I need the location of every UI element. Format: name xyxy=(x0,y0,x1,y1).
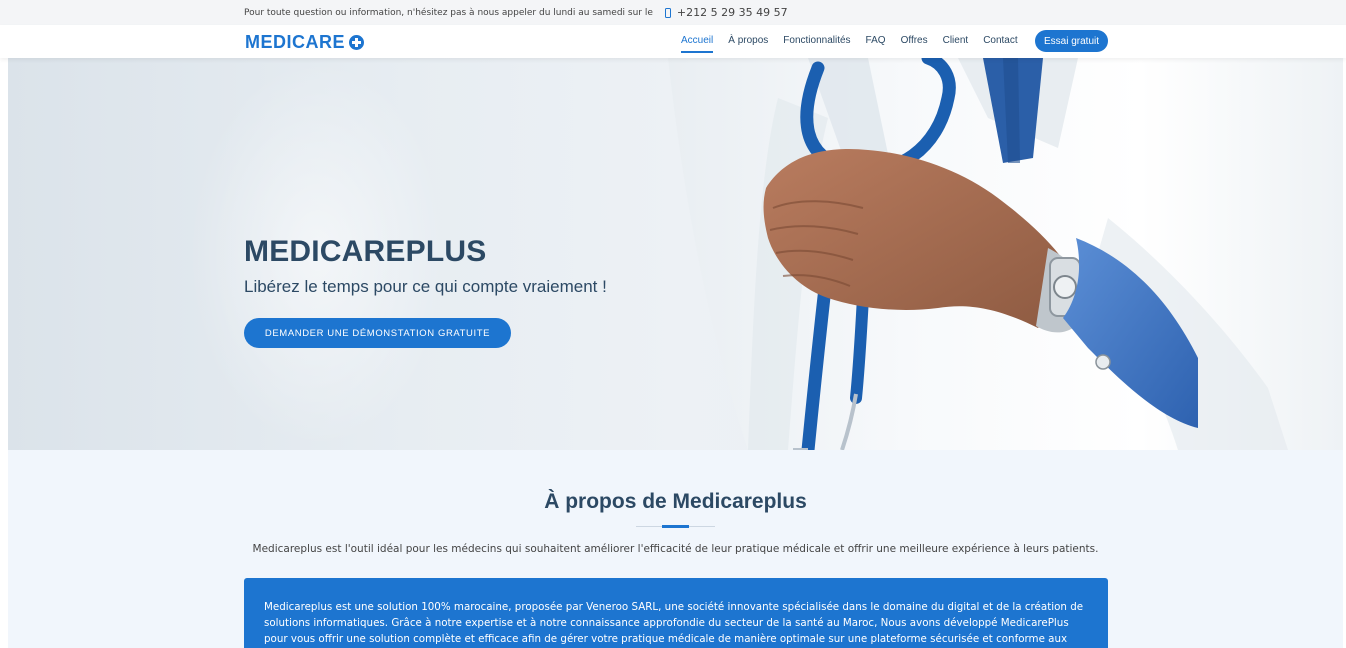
nav-item-fonctionnalites[interactable]: Fonctionnalités xyxy=(783,25,850,58)
mobile-phone-icon xyxy=(664,7,671,18)
topbar-info-text: Pour toute question ou information, n'hé… xyxy=(244,7,653,18)
logo-text[interactable]: MEDICARE xyxy=(245,32,345,53)
nav-item-a-propos[interactable]: À propos xyxy=(728,25,768,58)
about-title: À propos de Medicareplus xyxy=(544,490,807,513)
doctor-with-stethoscope-image xyxy=(668,58,1343,450)
logo[interactable]: MEDICARE xyxy=(245,32,365,53)
request-demo-button[interactable]: DEMANDER UNE DÉMONSTATION GRATUITE xyxy=(244,318,511,348)
main-nav: Accueil À propos Fonctionnalités FAQ Off… xyxy=(681,25,1033,58)
about-section: À propos de Medicareplus Medicareplus es… xyxy=(8,450,1343,648)
hero-title: MEDICAREPLUS xyxy=(244,235,487,268)
about-info-box: Medicareplus est une solution 100% maroc… xyxy=(244,578,1108,648)
nav-item-client[interactable]: Client xyxy=(943,25,969,58)
hero-subtitle: Libérez le temps pour ce qui compte vrai… xyxy=(244,277,607,296)
site-header: MEDICARE Accueil À propos Fonctionnalité… xyxy=(0,25,1346,58)
nav-item-contact[interactable]: Contact xyxy=(983,25,1017,58)
title-divider-accent xyxy=(662,525,689,528)
topbar-phone[interactable]: +212 5 29 35 49 57 xyxy=(664,6,788,19)
top-info-bar: Pour toute question ou information, n'hé… xyxy=(0,0,1346,25)
nav-item-faq[interactable]: FAQ xyxy=(866,25,886,58)
phone-number[interactable]: +212 5 29 35 49 57 xyxy=(677,6,788,19)
about-description: Medicareplus est l'outil idéal pour les … xyxy=(252,543,1099,555)
free-trial-button[interactable]: Essai gratuit xyxy=(1035,30,1108,52)
about-box-text: Medicareplus est une solution 100% maroc… xyxy=(264,601,1084,645)
nav-item-offres[interactable]: Offres xyxy=(901,25,928,58)
hero-section: MEDICAREPLUS Libérez le temps pour ce qu… xyxy=(8,58,1343,450)
medical-cross-icon xyxy=(349,35,365,50)
nav-item-accueil[interactable]: Accueil xyxy=(681,25,714,58)
